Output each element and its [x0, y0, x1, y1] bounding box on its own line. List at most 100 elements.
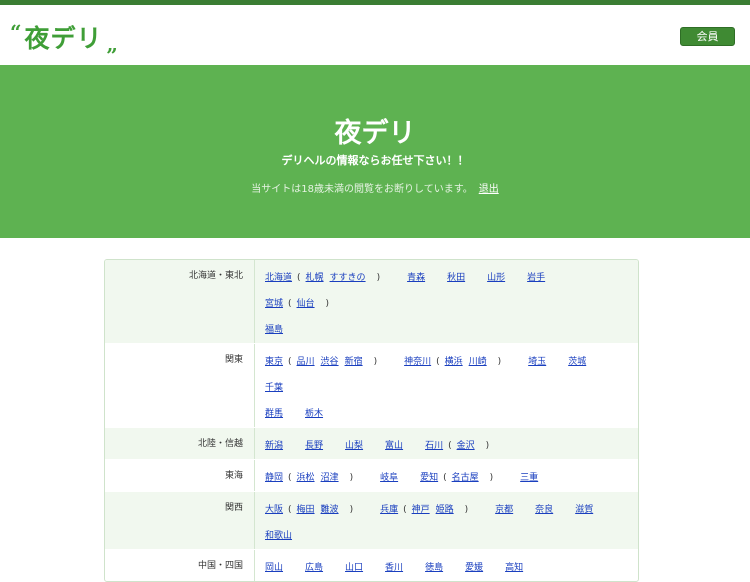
prefecture-link[interactable]: 千葉 [265, 383, 283, 393]
prefecture-link[interactable]: 山梨 [345, 441, 363, 451]
prefecture-group: 福島 [265, 317, 283, 343]
prefecture-link[interactable]: 茨城 [568, 357, 586, 367]
city-link[interactable]: 渋谷 [321, 357, 339, 367]
prefecture-link[interactable]: 奈良 [535, 505, 553, 515]
region-label: 北陸・信越 [105, 428, 255, 459]
prefecture-link[interactable]: 愛知 [420, 473, 438, 483]
prefecture-group: 三重 [520, 465, 538, 491]
hero-subtitle: デリヘルの情報ならお任せ下さい！！ [281, 154, 469, 167]
prefecture-link[interactable]: 岐阜 [380, 473, 398, 483]
city-link[interactable]: 横浜 [445, 357, 463, 367]
prefecture-link[interactable]: 富山 [385, 441, 403, 451]
prefecture-group: 山口 [345, 555, 363, 581]
region-links: 東京 (品川 渋谷 新宿) 神奈川 (横浜 川崎) 埼玉 茨城千葉 群馬 栃木 [255, 344, 638, 427]
region-label: 関東 [105, 344, 255, 427]
hero-title: 夜デリ [334, 118, 416, 149]
exit-link[interactable]: 退出 [479, 184, 499, 195]
prefecture-link[interactable]: 香川 [385, 563, 403, 573]
prefecture-group: 北海道 ( 札幌 すすきの) [265, 265, 385, 291]
prefecture-link[interactable]: 京都 [495, 505, 513, 515]
city-link[interactable]: すすきの [330, 273, 366, 283]
prefecture-link[interactable]: 岡山 [265, 563, 283, 573]
logo-text: 夜デリ [24, 24, 103, 53]
prefecture-link[interactable]: 青森 [407, 273, 425, 283]
prefecture-link[interactable]: 北海道 [265, 273, 292, 283]
prefecture-link[interactable]: 高知 [505, 563, 523, 573]
region-links-line: 静岡 ( 浜松 沼津) 岐阜 愛知 ( 名古屋) 三重 [265, 465, 638, 491]
prefecture-link[interactable]: 神奈川 [404, 357, 431, 367]
city-link[interactable]: 札幌 [306, 273, 324, 283]
prefecture-group: 宮城 (仙台) [265, 291, 334, 317]
city-link[interactable]: 神戸 [412, 505, 430, 515]
prefecture-group: 埼玉 [528, 349, 546, 375]
member-button[interactable]: 会員 [680, 27, 735, 46]
prefecture-link[interactable]: 兵庫 [380, 505, 398, 515]
city-link[interactable]: 川崎 [469, 357, 487, 367]
city-link[interactable]: 姫路 [436, 505, 454, 515]
logo-quote-close: „ [106, 32, 119, 56]
prefecture-group: 滋賀 [575, 497, 593, 523]
region-label: 関西 [105, 492, 255, 549]
city-link[interactable]: 新宿 [345, 357, 363, 367]
prefecture-link[interactable]: 徳島 [425, 563, 443, 573]
site-logo[interactable]: “ 夜デリ „ [10, 19, 119, 56]
prefecture-link[interactable]: 秋田 [447, 273, 465, 283]
prefecture-group: 群馬 [265, 401, 283, 427]
site-header: “ 夜デリ „ [0, 5, 750, 65]
prefecture-group: 富山 [385, 433, 403, 459]
prefecture-group: 岐阜 [380, 465, 398, 491]
prefecture-link[interactable]: 新潟 [265, 441, 283, 451]
prefecture-link[interactable]: 広島 [305, 563, 323, 573]
prefecture-group: 山梨 [345, 433, 363, 459]
region-row: 中国・四国 岡山 広島 山口 香川 徳島 愛媛 高知 [105, 549, 638, 581]
city-link[interactable]: 金沢 [457, 441, 475, 451]
prefecture-group: 愛知 ( 名古屋) [420, 465, 498, 491]
prefecture-link[interactable]: 福島 [265, 325, 283, 335]
prefecture-link[interactable]: 静岡 [265, 473, 283, 483]
prefecture-link[interactable]: 大阪 [265, 505, 283, 515]
prefecture-link[interactable]: 石川 [425, 441, 443, 451]
city-link[interactable]: 浜松 [297, 473, 315, 483]
city-link[interactable]: 品川 [297, 357, 315, 367]
city-link[interactable]: 名古屋 [452, 473, 479, 483]
hero-banner: 夜デリ デリヘルの情報ならお任せ下さい！！ 当サイトは18歳未満の閲覧をお断りし… [0, 65, 750, 238]
region-links-line: 福島 [265, 317, 638, 343]
prefecture-link[interactable]: 宮城 [265, 299, 283, 309]
prefecture-link[interactable]: 愛媛 [465, 563, 483, 573]
city-link[interactable]: 沼津 [321, 473, 339, 483]
prefecture-link[interactable]: 栃木 [305, 409, 323, 419]
prefecture-group: 兵庫 (神戸 姫路) [380, 497, 473, 523]
city-link[interactable]: 仙台 [297, 299, 315, 309]
prefecture-link[interactable]: 山口 [345, 563, 363, 573]
region-links: 静岡 ( 浜松 沼津) 岐阜 愛知 ( 名古屋) 三重 [255, 460, 638, 491]
prefecture-link[interactable]: 滋賀 [575, 505, 593, 515]
prefecture-group: 秋田 [447, 265, 465, 291]
paren-close: ) [485, 441, 490, 451]
region-row: 北陸・信越 新潟 長野 山梨 富山 石川 (金沢) [105, 427, 638, 459]
paren-open: ( [297, 273, 301, 283]
paren-close: ) [489, 473, 494, 483]
prefecture-link[interactable]: 群馬 [265, 409, 283, 419]
paren-close: ) [376, 273, 381, 283]
paren-open: ( [443, 473, 447, 483]
city-links: 神戸 姫路 [412, 505, 460, 515]
prefecture-link[interactable]: 和歌山 [265, 531, 292, 541]
city-links: 仙台 [297, 299, 321, 309]
region-links-line: 東京 (品川 渋谷 新宿) 神奈川 (横浜 川崎) 埼玉 茨城千葉 [265, 349, 638, 401]
prefecture-link[interactable]: 東京 [265, 357, 283, 367]
prefecture-link[interactable]: 山形 [487, 273, 505, 283]
paren-close: ) [325, 299, 330, 309]
prefecture-link[interactable]: 長野 [305, 441, 323, 451]
prefecture-group: 香川 [385, 555, 403, 581]
prefecture-group: 神奈川 (横浜 川崎) [404, 349, 506, 375]
prefecture-group: 徳島 [425, 555, 443, 581]
region-links-line: 岡山 広島 山口 香川 徳島 愛媛 高知 [265, 555, 638, 581]
city-link[interactable]: 梅田 [297, 505, 315, 515]
region-links: 岡山 広島 山口 香川 徳島 愛媛 高知 [255, 550, 638, 581]
city-link[interactable]: 難波 [321, 505, 339, 515]
paren-open: ( [403, 505, 407, 515]
prefecture-link[interactable]: 埼玉 [528, 357, 546, 367]
prefecture-link[interactable]: 三重 [520, 473, 538, 483]
prefecture-group: 千葉 [265, 375, 283, 401]
prefecture-link[interactable]: 岩手 [527, 273, 545, 283]
